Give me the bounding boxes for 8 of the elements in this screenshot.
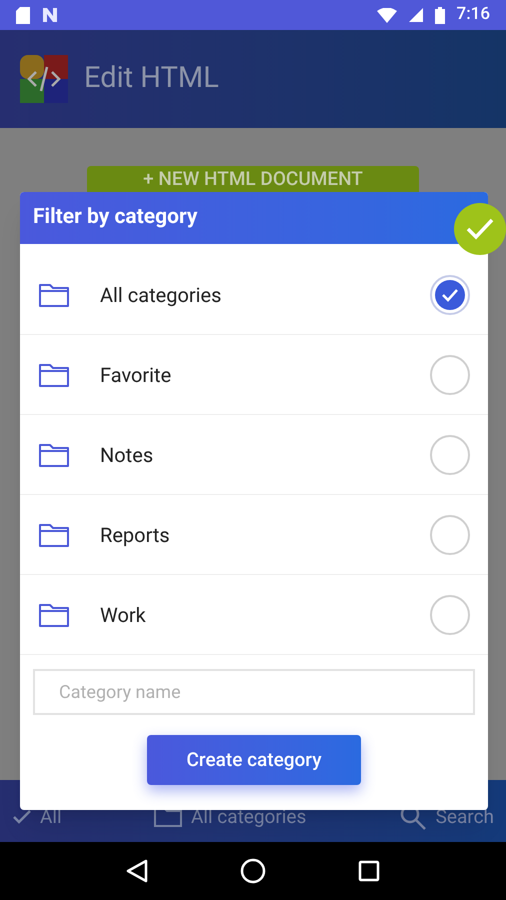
category-label: All categories: [100, 282, 222, 308]
category-label: Favorite: [100, 362, 172, 388]
dialog-title: Filter by category: [33, 204, 198, 232]
category-label: Reports: [100, 522, 171, 548]
app-title: Edit HTML: [84, 60, 219, 98]
category-label: Notes: [100, 442, 154, 468]
clock: 7:16: [456, 3, 490, 26]
category-label: Work: [100, 602, 147, 628]
